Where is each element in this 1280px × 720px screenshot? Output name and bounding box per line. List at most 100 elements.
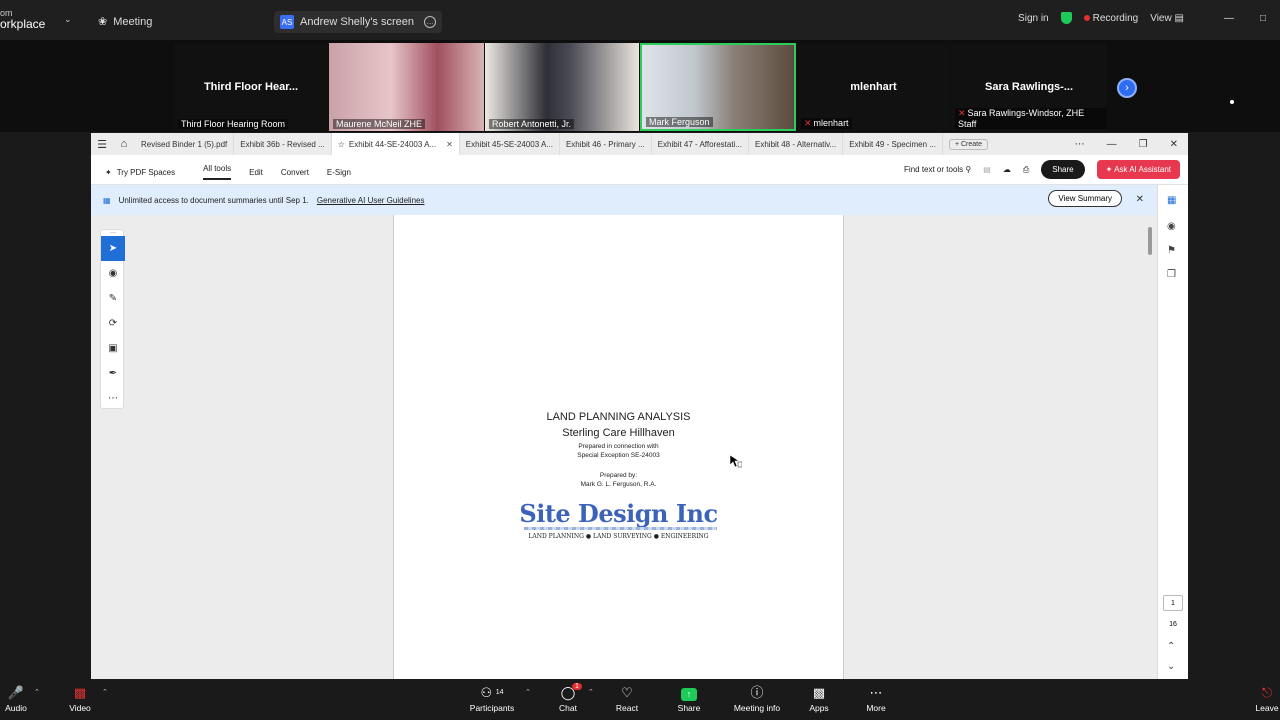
tab-label: Exhibit 36b - Revised ... xyxy=(240,139,325,149)
ask-ai-button[interactable]: ✦ Ask AI Assistant xyxy=(1096,160,1180,179)
menu-icon[interactable]: ☰ xyxy=(91,138,113,151)
screen-share-pill[interactable]: AS Andrew Shelly's screen … xyxy=(274,11,442,33)
audio-button[interactable]: 🎤 Audio xyxy=(3,684,29,713)
avatar: AS xyxy=(280,15,294,29)
share-label: Share xyxy=(677,703,701,713)
video-tile[interactable]: Robert Antonetti, Jr. xyxy=(485,43,639,131)
ai-summary-icon[interactable]: ▦ xyxy=(1167,195,1176,206)
chevron-down-icon[interactable]: ⌄ xyxy=(64,14,72,25)
share-screen-button[interactable]: ↑ Share xyxy=(676,684,702,713)
meeting-menu[interactable]: ❀ Meeting xyxy=(98,15,152,29)
video-off-icon: ▩ xyxy=(73,685,87,700)
tab-document[interactable]: Exhibit 46 - Primary ... xyxy=(560,133,652,155)
recording-label: Recording xyxy=(1092,12,1139,24)
apps-label: Apps xyxy=(809,703,829,713)
tab-document-active[interactable]: ☆ Exhibit 44-SE-24003 A... ✕ xyxy=(331,133,460,155)
chevron-up-icon[interactable]: ⌃ xyxy=(102,688,108,696)
chat-badge: 1 xyxy=(572,683,582,690)
more-tools-icon[interactable]: ⋯ xyxy=(101,386,125,411)
tab-label: Exhibit 47 - Afforestati... xyxy=(657,139,742,149)
vertical-scrollbar[interactable] xyxy=(1148,227,1152,255)
pdf-page: LAND PLANNING ANALYSIS Sterling Care Hil… xyxy=(393,215,844,679)
video-tile[interactable]: mlenhart ✕ mlenhart xyxy=(797,43,950,131)
page-total: 16 xyxy=(1169,621,1177,628)
close-banner-icon[interactable]: ✕ xyxy=(1136,194,1144,205)
video-tile[interactable]: Third Floor Hear... Third Floor Hearing … xyxy=(174,43,328,131)
shield-icon[interactable] xyxy=(1060,12,1072,24)
save-icon[interactable]: ▤ xyxy=(983,165,991,174)
home-icon[interactable]: ⌂ xyxy=(113,138,135,150)
view-button[interactable]: View ▤ xyxy=(1150,13,1184,24)
react-button[interactable]: ♡ React xyxy=(614,684,640,713)
tab-document[interactable]: Exhibit 48 - Alternativ... xyxy=(749,133,844,155)
more-icon[interactable]: ⋯ xyxy=(1075,139,1085,150)
more-icon: ⋯ xyxy=(869,685,883,700)
logo-underline xyxy=(524,527,717,530)
tab-document[interactable]: Exhibit 36b - Revised ... xyxy=(234,133,332,155)
maximize-icon[interactable]: □ xyxy=(1260,13,1266,24)
tab-bar: ☰ ⌂ Revised Binder 1 (5).pdf Exhibit 36b… xyxy=(91,133,1188,155)
try-pdf-spaces-button[interactable]: ✦ Try PDF Spaces xyxy=(105,168,175,177)
participant-name-row: ✕ Sara Rawlings-Windsor, ZHE Staff xyxy=(955,108,1107,129)
chevron-up-icon[interactable]: ⌃ xyxy=(525,688,531,696)
restore-icon[interactable]: ❐ xyxy=(1139,139,1148,150)
more-button[interactable]: ⋯ More xyxy=(863,684,889,713)
comments-icon[interactable]: ◉ xyxy=(1167,221,1176,232)
participants-icon: ⚇ 14 xyxy=(480,685,504,700)
pages-icon[interactable]: ❐ xyxy=(1167,269,1176,280)
tab-esign[interactable]: E-Sign xyxy=(327,168,351,177)
comment-icon[interactable]: ◉ xyxy=(101,261,125,286)
apps-button[interactable]: ▩ Apps xyxy=(806,684,832,713)
apps-icon: ▩ xyxy=(812,685,826,700)
video-tile[interactable]: Sara Rawlings-... ✕ Sara Rawlings-Windsor… xyxy=(951,43,1107,131)
zoom-title-bar: om orkplace ⌄ ❀ Meeting AS Andrew Shelly… xyxy=(0,0,1280,40)
meeting-info-button[interactable]: ⓘ Meeting info xyxy=(732,684,782,713)
summary-banner: ▦ Unlimited access to document summaries… xyxy=(91,185,1157,215)
share-button[interactable]: Share xyxy=(1041,160,1085,179)
leave-button[interactable]: ⎋ Leave xyxy=(1254,684,1280,713)
tab-label: Exhibit 44-SE-24003 A... xyxy=(348,139,437,149)
tab-document[interactable]: Exhibit 45-SE-24003 A... xyxy=(460,133,560,155)
text-box-icon[interactable]: ▣ xyxy=(101,336,125,361)
tab-edit[interactable]: Edit xyxy=(249,168,263,177)
close-tab-icon[interactable]: ✕ xyxy=(446,140,453,149)
sign-in-button[interactable]: Sign in xyxy=(1018,13,1049,24)
search-icon: ⚲ xyxy=(965,165,972,174)
video-button[interactable]: ▩ Video xyxy=(66,684,94,713)
minimize-icon[interactable]: — xyxy=(1107,139,1117,150)
page-number-input[interactable]: 1 xyxy=(1163,595,1183,611)
create-button[interactable]: + Create xyxy=(948,138,989,150)
chevron-up-icon[interactable]: ⌃ xyxy=(588,688,594,696)
heart-icon: ♡ xyxy=(621,685,633,700)
tab-convert[interactable]: Convert xyxy=(281,168,309,177)
find-tools-search[interactable]: Find text or tools ⚲ xyxy=(904,165,971,174)
video-tile-active-speaker[interactable]: Mark Ferguson xyxy=(640,43,796,131)
recording-indicator[interactable]: Recording xyxy=(1083,12,1139,24)
print-icon[interactable]: ⎙ xyxy=(1023,165,1029,175)
more-icon[interactable]: … xyxy=(424,16,436,28)
minimize-icon[interactable]: — xyxy=(1224,13,1234,24)
tab-document[interactable]: Exhibit 49 - Specimen ... xyxy=(843,133,943,155)
close-icon[interactable]: ✕ xyxy=(1170,139,1178,150)
guidelines-link[interactable]: Generative AI User Guidelines xyxy=(317,196,425,205)
chevron-down-icon[interactable]: ⌄ xyxy=(1167,661,1175,672)
select-cursor-icon[interactable]: ➤ xyxy=(101,236,125,261)
participants-button[interactable]: ⚇ 14 Participants xyxy=(468,684,516,713)
signature-icon[interactable]: ✒ xyxy=(101,361,125,386)
highlight-pen-icon[interactable]: ✎ xyxy=(101,286,125,311)
mouse-cursor-icon xyxy=(730,455,742,468)
next-page-icon[interactable]: › xyxy=(1117,78,1137,98)
tab-document[interactable]: Revised Binder 1 (5).pdf xyxy=(135,133,235,155)
tab-document[interactable]: Exhibit 47 - Afforestati... xyxy=(652,133,749,155)
document-subtitle: Sterling Care Hillhaven xyxy=(562,427,675,439)
upload-cloud-icon[interactable]: ☁ xyxy=(1003,165,1011,174)
view-summary-button[interactable]: View Summary xyxy=(1048,190,1122,207)
bookmark-icon[interactable]: ⚑ xyxy=(1167,245,1176,256)
chevron-up-icon[interactable]: ⌃ xyxy=(34,688,40,696)
chevron-up-icon[interactable]: ⌃ xyxy=(1167,641,1175,652)
video-tile[interactable]: Maurene McNeil ZHE xyxy=(329,43,484,131)
chat-button[interactable]: ◯ 1 Chat xyxy=(556,683,582,713)
star-icon[interactable]: ☆ xyxy=(338,140,345,149)
tab-all-tools[interactable]: All tools xyxy=(203,164,232,180)
lasso-icon[interactable]: ⟳ xyxy=(101,311,125,336)
